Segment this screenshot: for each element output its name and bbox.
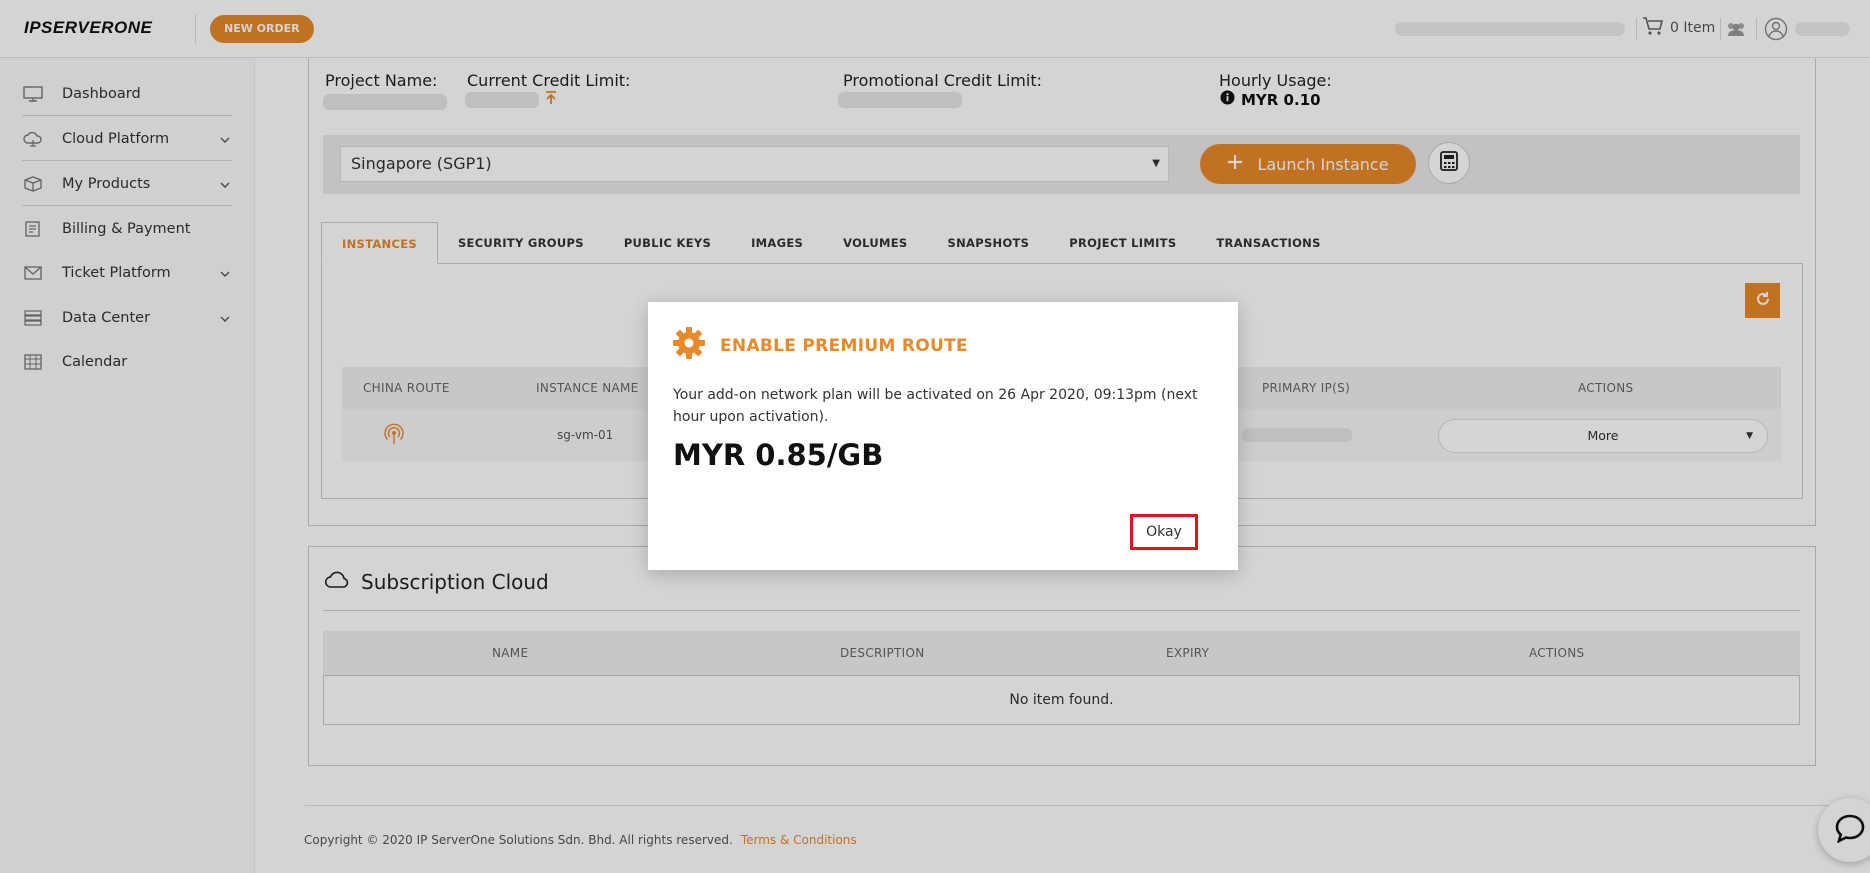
dialog-message: Your add-on network plan will be activat…: [673, 387, 1198, 425]
dialog-title: ENABLE PREMIUM ROUTE: [672, 326, 968, 365]
dialog-price: MYR 0.85/GB: [673, 438, 884, 472]
premium-route-dialog: ENABLE PREMIUM ROUTE Your add-on network…: [648, 302, 1238, 570]
gear-icon: [672, 326, 706, 365]
dialog-title-text: ENABLE PREMIUM ROUTE: [720, 335, 968, 356]
okay-button[interactable]: Okay: [1130, 514, 1198, 550]
